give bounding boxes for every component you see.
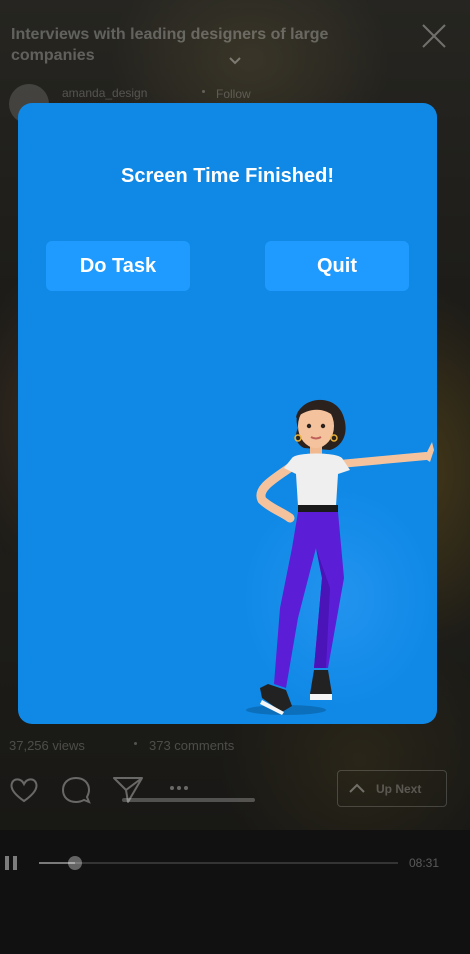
comment-icon[interactable] (60, 774, 92, 806)
drag-handle[interactable] (122, 798, 255, 802)
chevron-up-icon (349, 783, 365, 793)
time-remaining: 08:31 (409, 856, 440, 870)
chevron-down-icon[interactable] (228, 56, 242, 66)
views-count: 37,256 views (9, 738, 85, 753)
pause-icon[interactable] (4, 855, 20, 871)
more-icon[interactable] (168, 784, 190, 792)
username[interactable]: amanda_design (62, 86, 147, 100)
follow-button[interactable]: Follow (216, 87, 251, 101)
up-next-button[interactable]: Up Next (337, 770, 447, 807)
heart-icon[interactable] (8, 774, 40, 806)
close-icon[interactable] (420, 22, 448, 50)
do-task-button[interactable]: Do Task (46, 241, 190, 291)
seek-track[interactable] (39, 862, 398, 864)
video-title: Interviews with leading designers of lar… (11, 26, 329, 64)
comments-count[interactable]: 373 comments (149, 738, 234, 753)
seek-knob[interactable] (67, 856, 82, 870)
quit-button[interactable]: Quit (265, 241, 409, 291)
player-bar (0, 830, 470, 954)
separator-dot (134, 742, 137, 745)
separator-dot (202, 90, 205, 93)
modal-title: Screen Time Finished! (120, 165, 335, 187)
up-next-label: Up Next (376, 782, 422, 796)
screen-time-modal: Screen Time Finished! Do Task Quit (18, 103, 437, 724)
character-illustration (246, 399, 434, 715)
